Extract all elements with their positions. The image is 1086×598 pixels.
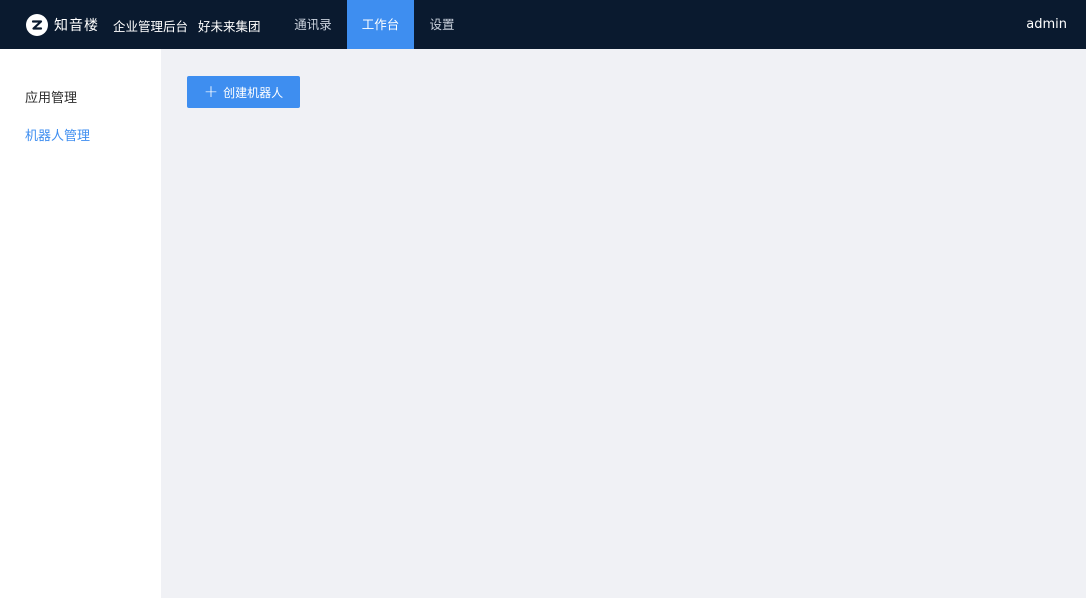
zhiyinlou-logo-icon <box>26 14 48 36</box>
brand[interactable]: 知音楼 <box>26 13 99 37</box>
top-navigation-bar: 知音楼 企业管理后台 好未来集团 通讯录 工作台 设置 admin <box>0 0 1086 49</box>
plus-icon: + <box>203 81 219 102</box>
create-robot-button-label: 创建机器人 <box>223 85 284 100</box>
user-menu[interactable]: admin <box>1026 0 1067 49</box>
sidebar-item-robot-management[interactable]: 机器人管理 <box>25 125 90 144</box>
tab-contacts[interactable]: 通讯录 <box>284 0 342 49</box>
main-content: + 创建机器人 <box>161 49 1086 598</box>
sidebar-item-app-management[interactable]: 应用管理 <box>25 87 77 106</box>
tab-settings[interactable]: 设置 <box>418 0 466 49</box>
org-name: 好未来集团 <box>198 19 261 34</box>
brand-name: 知音楼 <box>54 18 99 34</box>
sidebar: 应用管理 机器人管理 <box>0 49 161 598</box>
org-title: 企业管理后台 <box>113 19 189 34</box>
tab-workbench[interactable]: 工作台 <box>347 0 414 49</box>
create-robot-button[interactable]: + 创建机器人 <box>187 76 300 108</box>
